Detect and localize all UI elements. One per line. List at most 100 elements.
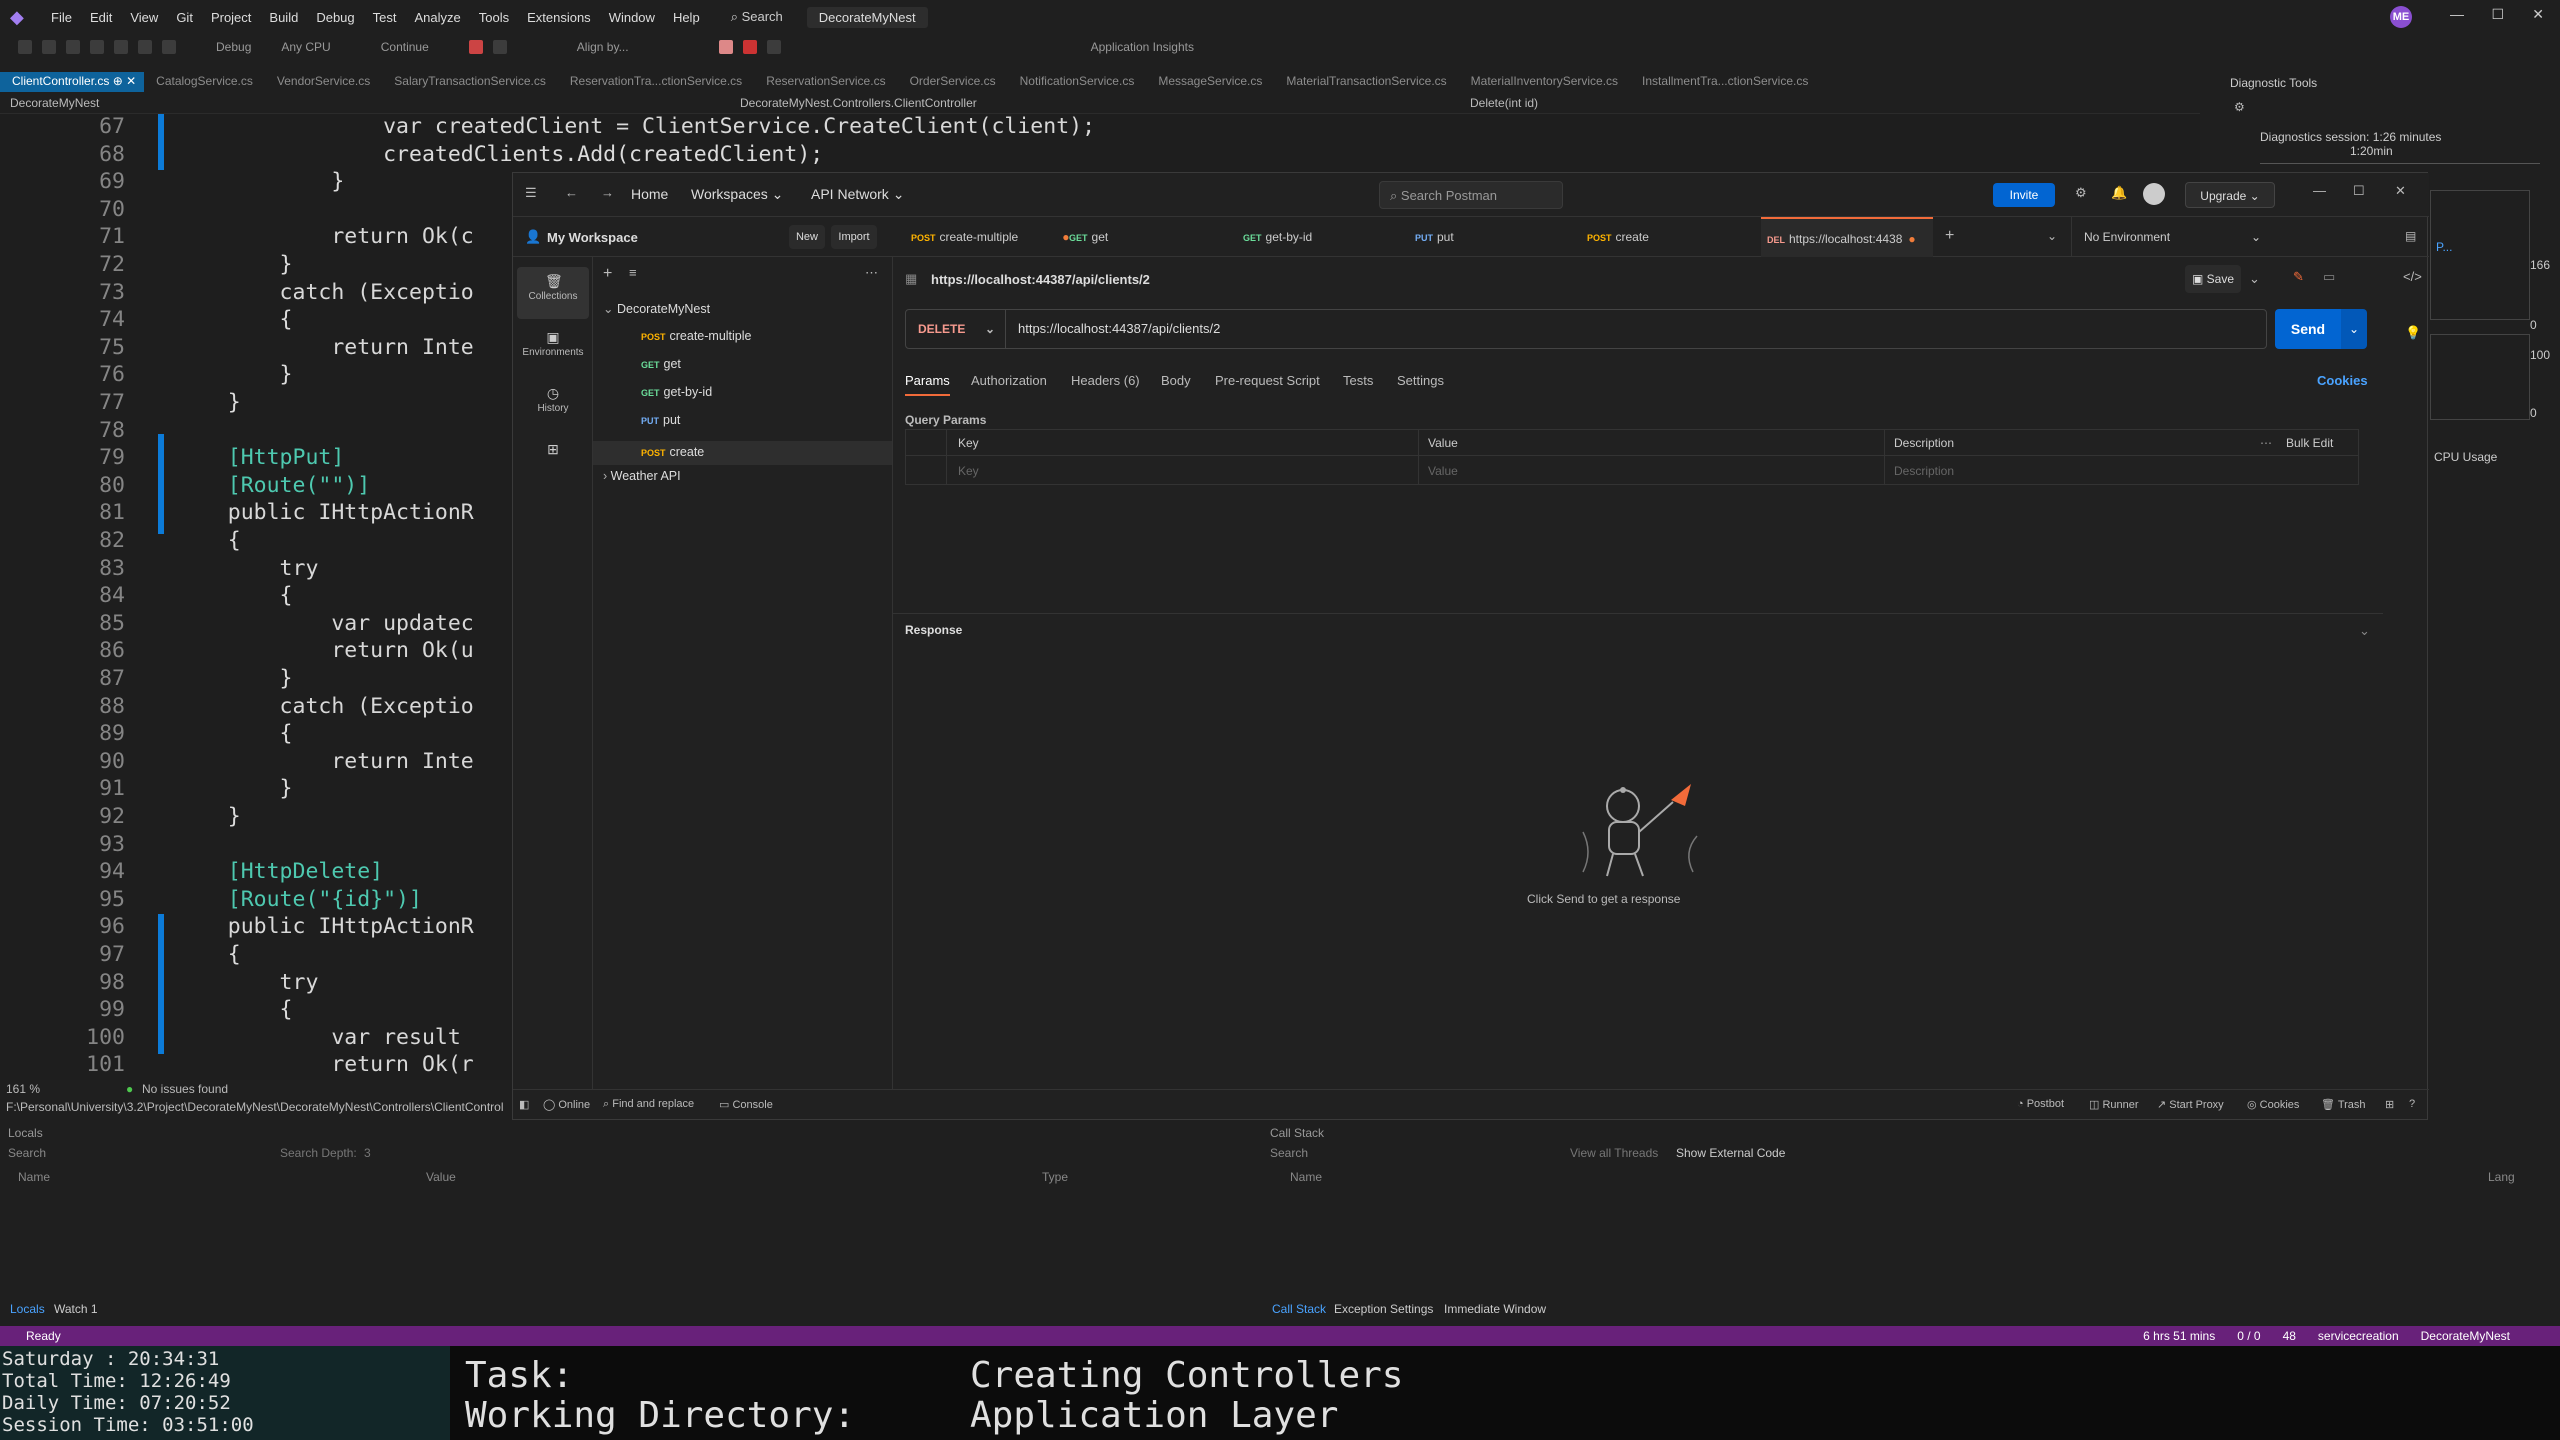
align-by-button[interactable]: Align by... xyxy=(577,40,629,54)
bulk-edit-button[interactable]: Bulk Edit xyxy=(2286,436,2333,450)
maximize-icon[interactable]: ☐ xyxy=(2491,6,2504,23)
code-icon[interactable]: </> xyxy=(2403,269,2422,284)
status-branch[interactable]: servicecreation xyxy=(2318,1329,2399,1343)
subtab-authorization[interactable]: Authorization xyxy=(971,373,1047,388)
minimize-icon[interactable]: — xyxy=(2450,6,2464,22)
key-input[interactable]: Key xyxy=(958,464,979,478)
online-status[interactable]: ◯ Online xyxy=(543,1098,590,1111)
search-button[interactable]: ⌕ Search xyxy=(721,9,793,25)
method-select[interactable]: DELETE ⌄ xyxy=(906,310,1006,348)
request-item[interactable]: GET get xyxy=(641,357,681,371)
code-line[interactable]: [Route("{id}")] xyxy=(176,887,422,912)
avatar-icon[interactable] xyxy=(2143,183,2165,205)
new-button[interactable]: New xyxy=(789,225,825,249)
request-item[interactable]: GET get-by-id xyxy=(641,385,712,399)
env-quicklook-icon[interactable]: ▤ xyxy=(2405,229,2416,243)
menu-build[interactable]: Build xyxy=(260,10,307,25)
new-file-icon[interactable] xyxy=(66,40,80,54)
postbot-button[interactable]: ◔ Postbot xyxy=(2017,1098,2064,1110)
tabs-dropdown-icon[interactable]: ⌄ xyxy=(2047,229,2057,243)
req-tab-get-by-id[interactable]: GET get-by-id xyxy=(1243,217,1393,257)
tab-installment-service[interactable]: InstallmentTra...ctionService.cs xyxy=(1630,72,1820,92)
forward-arrow-icon[interactable]: → xyxy=(601,185,614,200)
restart-icon[interactable] xyxy=(766,40,781,54)
status-time[interactable]: 6 hrs 51 mins xyxy=(2143,1329,2215,1343)
add-tab-icon[interactable]: + xyxy=(1945,227,1954,245)
refresh-icon[interactable] xyxy=(492,40,507,54)
code-line[interactable]: } xyxy=(176,390,241,415)
subtab-body[interactable]: Body xyxy=(1161,373,1191,388)
req-tab-get[interactable]: GET get xyxy=(1069,217,1219,257)
req-tab-put[interactable]: PUT put xyxy=(1415,217,1565,257)
upgrade-button[interactable]: Upgrade ⌄ xyxy=(2185,182,2275,208)
status-changes[interactable]: 0 / 0 xyxy=(2237,1329,2260,1343)
locals-search[interactable]: Search xyxy=(8,1146,218,1164)
menu-edit[interactable]: Edit xyxy=(81,10,121,25)
menu-tools[interactable]: Tools xyxy=(470,10,518,25)
tab-locals[interactable]: Locals xyxy=(10,1302,45,1316)
hot-reload-icon[interactable] xyxy=(468,40,483,54)
start-proxy-button[interactable]: ↗ Start Proxy xyxy=(2157,1098,2224,1111)
filter-icon[interactable]: ≡ xyxy=(629,265,637,280)
code-line[interactable]: createdClients.Add(createdClient); xyxy=(176,142,823,167)
req-tab-create-multiple[interactable]: POST create-multiple ● xyxy=(911,217,1069,257)
request-title[interactable]: https://localhost:44387/api/clients/2 xyxy=(931,272,1150,287)
code-line[interactable]: return Inte xyxy=(176,749,473,774)
stop-icon[interactable] xyxy=(742,40,757,54)
menu-debug[interactable]: Debug xyxy=(307,10,363,25)
request-item-selected[interactable]: POST create xyxy=(593,441,892,465)
import-button[interactable]: Import xyxy=(831,225,877,249)
cookies-link[interactable]: Cookies xyxy=(2317,373,2368,388)
request-item[interactable]: POST create-multiple xyxy=(641,329,752,343)
forward-icon[interactable] xyxy=(42,40,56,54)
api-network-menu[interactable]: API Network ⌄ xyxy=(811,186,904,203)
menu-help[interactable]: Help xyxy=(664,10,709,25)
description-input[interactable]: Description xyxy=(1894,464,1954,478)
undo-icon[interactable] xyxy=(138,40,152,54)
tab-watch[interactable]: Watch 1 xyxy=(54,1302,98,1316)
menu-icon[interactable]: ☰ xyxy=(525,185,537,201)
save-all-icon[interactable] xyxy=(114,40,128,54)
code-line[interactable]: try xyxy=(176,556,319,581)
status-repo[interactable]: DecorateMyNest xyxy=(2421,1329,2510,1343)
menu-window[interactable]: Window xyxy=(600,10,664,25)
find-replace-button[interactable]: ⌕ Find and replace xyxy=(603,1098,694,1111)
subtab-pre-request[interactable]: Pre-request Script xyxy=(1215,373,1320,388)
lightbulb-icon[interactable]: 💡 xyxy=(2405,325,2421,341)
comment-icon[interactable]: ▭ xyxy=(2323,269,2335,285)
console-button[interactable]: ▭ Console xyxy=(719,1098,773,1111)
code-line[interactable]: { xyxy=(176,942,241,967)
tab-vendor-service[interactable]: VendorService.cs xyxy=(265,72,382,92)
url-input[interactable]: https://localhost:44387/api/clients/2 xyxy=(1018,321,1220,336)
tab-message-service[interactable]: MessageService.cs xyxy=(1146,72,1274,92)
workspaces-menu[interactable]: Workspaces ⌄ xyxy=(691,186,783,203)
show-external-code[interactable]: Show External Code xyxy=(1676,1146,1785,1160)
tab-immediate[interactable]: Immediate Window xyxy=(1444,1302,1546,1316)
issues-status[interactable]: No issues found xyxy=(142,1082,228,1096)
rail-collections[interactable]: 🗑 Collections xyxy=(517,267,589,319)
cookies-button[interactable]: ◎ Cookies xyxy=(2247,1098,2299,1111)
tab-salary-service[interactable]: SalaryTransactionService.cs xyxy=(382,72,558,92)
code-line[interactable]: try xyxy=(176,970,319,995)
menu-extensions[interactable]: Extensions xyxy=(518,10,600,25)
code-line[interactable]: public IHttpActionR xyxy=(176,500,474,525)
pause-icon[interactable] xyxy=(718,40,733,54)
home-link[interactable]: Home xyxy=(631,186,668,202)
workspace-name[interactable]: My Workspace xyxy=(547,230,638,245)
status-edits[interactable]: 48 xyxy=(2283,1329,2296,1343)
rail-apps[interactable]: ⊞ xyxy=(517,435,589,487)
save-button[interactable]: ▣ Save xyxy=(2185,265,2241,293)
tab-order-service[interactable]: OrderService.cs xyxy=(898,72,1008,92)
menu-test[interactable]: Test xyxy=(364,10,406,25)
pm-close-icon[interactable]: ✕ xyxy=(2395,183,2406,199)
continue-button[interactable]: Continue xyxy=(381,40,429,54)
close-icon[interactable]: ✕ xyxy=(2532,6,2544,23)
menu-file[interactable]: File xyxy=(42,10,81,25)
menu-git[interactable]: Git xyxy=(167,10,202,25)
add-collection-icon[interactable]: + xyxy=(603,265,612,283)
req-tab-delete-active[interactable]: DEL https://localhost:4438 ● xyxy=(1761,217,1933,257)
tab-material-transaction-service[interactable]: MaterialTransactionService.cs xyxy=(1274,72,1458,92)
rail-environments[interactable]: ▣ Environments xyxy=(517,323,589,375)
environment-select[interactable]: No Environment ⌄ xyxy=(2071,217,2271,257)
code-line[interactable]: { xyxy=(176,721,293,746)
